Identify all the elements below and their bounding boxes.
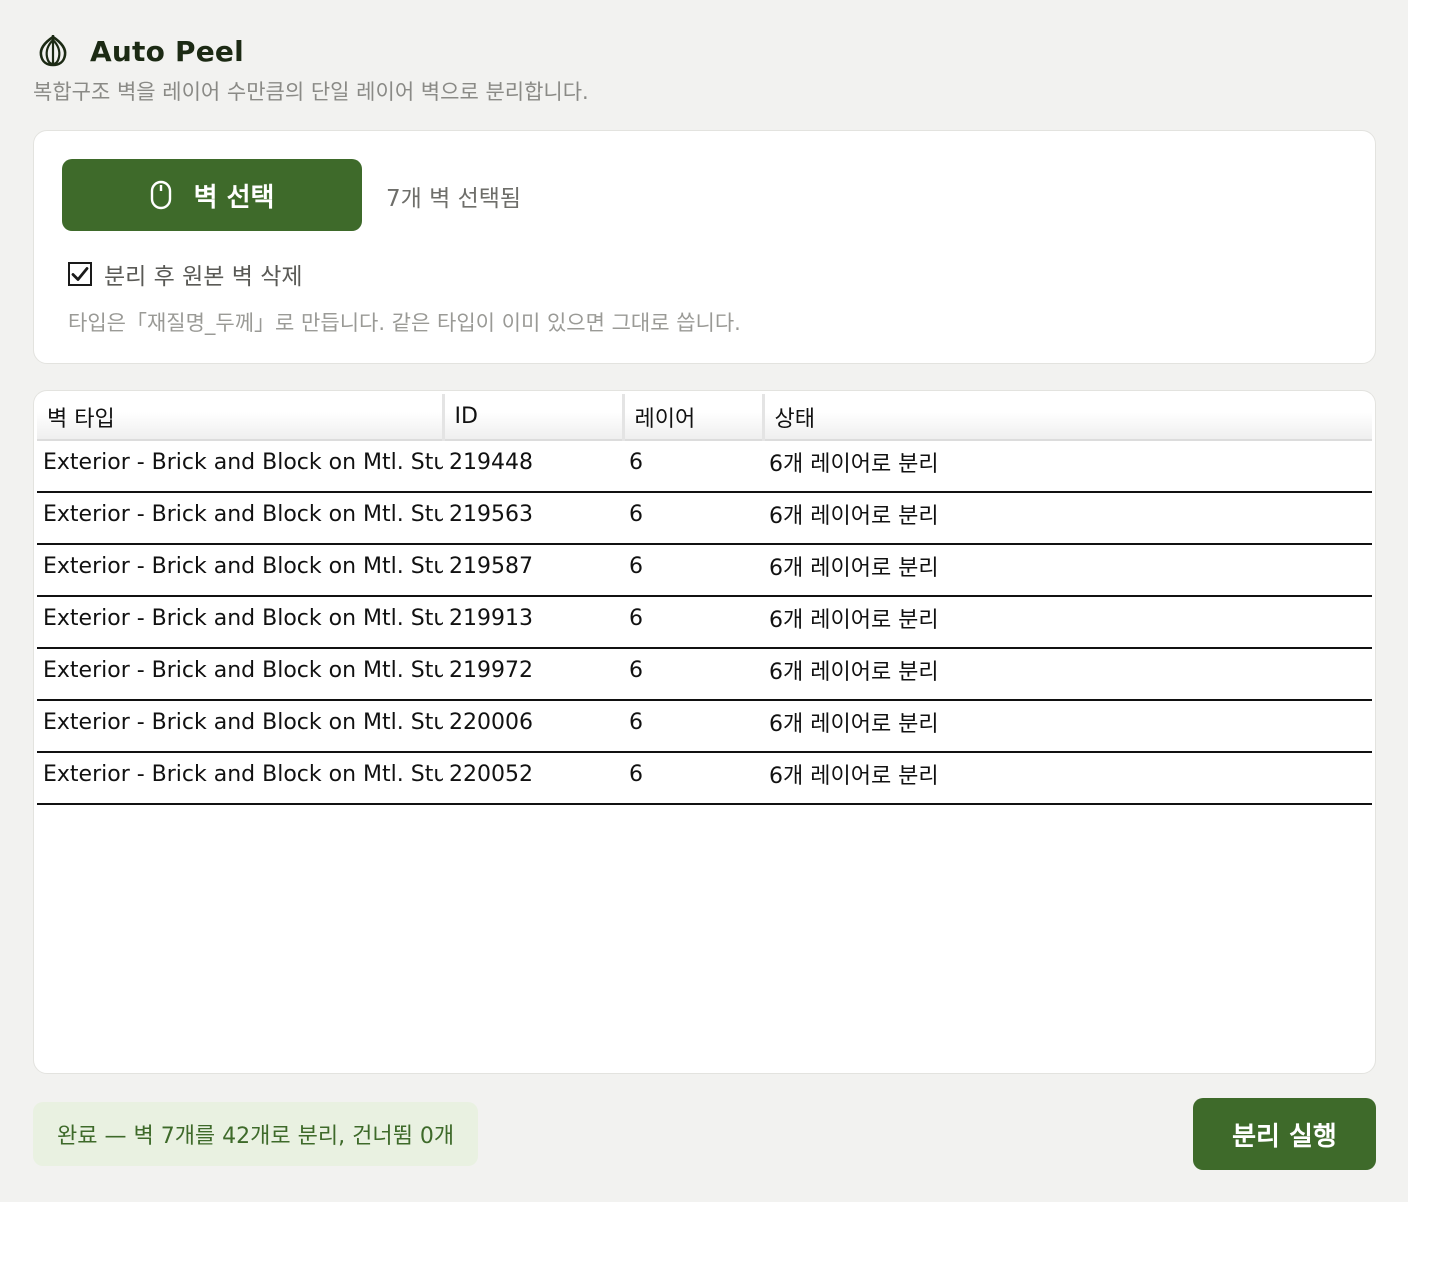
cell-id: 219563 bbox=[443, 492, 623, 545]
cell-layers: 6 bbox=[623, 648, 763, 701]
cell-status: 6개 레이어로 분리 bbox=[763, 440, 1372, 493]
app-subtitle: 복합구조 벽을 레이어 수만큼의 단일 레이어 벽으로 분리합니다. bbox=[33, 80, 589, 104]
delete-original-option[interactable]: 분리 후 원본 벽 삭제 bbox=[68, 257, 303, 291]
selected-count: 7개 벽 선택됨 bbox=[386, 186, 522, 212]
type-naming-hint: 타입은「재질명_두께」로 만듭니다. 같은 타입이 이미 있으면 그대로 씁니다… bbox=[68, 311, 741, 335]
cell-wall-type: Exterior - Brick and Block on Mtl. Stuc bbox=[37, 648, 443, 701]
cell-wall-type: Exterior - Brick and Block on Mtl. Stuc bbox=[37, 596, 443, 649]
cell-status: 6개 레이어로 분리 bbox=[763, 492, 1372, 545]
run-split-button[interactable]: 분리 실행 bbox=[1193, 1098, 1376, 1170]
table-row[interactable]: Exterior - Brick and Block on Mtl. Stuc … bbox=[37, 596, 1372, 649]
auto-peel-window: Auto Peel 복합구조 벽을 레이어 수만큼의 단일 레이어 벽으로 분리… bbox=[0, 0, 1408, 1202]
walls-table: 벽 타입 ID 레이어 상태 Exterior - Brick and Bloc… bbox=[37, 394, 1372, 805]
delete-original-checkbox[interactable] bbox=[68, 262, 92, 286]
cell-id: 220052 bbox=[443, 752, 623, 805]
cell-id: 219972 bbox=[443, 648, 623, 701]
walls-table-card: 벽 타입 ID 레이어 상태 Exterior - Brick and Bloc… bbox=[33, 390, 1376, 1074]
app-title: Auto Peel bbox=[90, 34, 244, 68]
cell-wall-type: Exterior - Brick and Block on Mtl. Stuc bbox=[37, 492, 443, 545]
cell-wall-type: Exterior - Brick and Block on Mtl. Stuc bbox=[37, 440, 443, 493]
select-walls-button[interactable]: 벽 선택 bbox=[62, 159, 362, 231]
table-row[interactable]: Exterior - Brick and Block on Mtl. Stuc … bbox=[37, 752, 1372, 805]
cell-layers: 6 bbox=[623, 492, 763, 545]
status-message: 완료 — 벽 7개를 42개로 분리, 건너뜀 0개 bbox=[33, 1102, 479, 1166]
cell-status: 6개 레이어로 분리 bbox=[763, 544, 1372, 597]
cell-status: 6개 레이어로 분리 bbox=[763, 700, 1372, 753]
table-row[interactable]: Exterior - Brick and Block on Mtl. Stuc … bbox=[37, 648, 1372, 701]
cell-layers: 6 bbox=[623, 440, 763, 493]
header: Auto Peel bbox=[36, 34, 244, 68]
cell-id: 219448 bbox=[443, 440, 623, 493]
cell-id: 219913 bbox=[443, 596, 623, 649]
cell-layers: 6 bbox=[623, 544, 763, 597]
delete-original-label: 분리 후 원본 벽 삭제 bbox=[104, 264, 303, 290]
selection-card: 벽 선택 7개 벽 선택됨 분리 후 원본 벽 삭제 타입은「재질명_두께」로 … bbox=[33, 130, 1376, 364]
table-row[interactable]: Exterior - Brick and Block on Mtl. Stuc … bbox=[37, 492, 1372, 545]
title-row: Auto Peel bbox=[36, 34, 244, 68]
column-header-status[interactable]: 상태 bbox=[763, 394, 1372, 441]
cell-status: 6개 레이어로 분리 bbox=[763, 752, 1372, 805]
cell-wall-type: Exterior - Brick and Block on Mtl. Stuc bbox=[37, 700, 443, 753]
table-row[interactable]: Exterior - Brick and Block on Mtl. Stuc … bbox=[37, 440, 1372, 493]
cell-id: 220006 bbox=[443, 700, 623, 753]
table-row[interactable]: Exterior - Brick and Block on Mtl. Stuc … bbox=[37, 700, 1372, 753]
cell-layers: 6 bbox=[623, 700, 763, 753]
cell-wall-type: Exterior - Brick and Block on Mtl. Stuc bbox=[37, 544, 443, 597]
column-header-id[interactable]: ID bbox=[443, 394, 625, 441]
mouse-icon bbox=[150, 180, 171, 210]
column-header-wall-type[interactable]: 벽 타입 bbox=[37, 394, 445, 441]
cell-layers: 6 bbox=[623, 596, 763, 649]
cell-id: 219587 bbox=[443, 544, 623, 597]
cell-status: 6개 레이어로 분리 bbox=[763, 648, 1372, 701]
checkmark-icon bbox=[71, 267, 89, 281]
table-header-row: 벽 타입 ID 레이어 상태 bbox=[37, 394, 1372, 441]
cell-layers: 6 bbox=[623, 752, 763, 805]
table-row[interactable]: Exterior - Brick and Block on Mtl. Stuc … bbox=[37, 544, 1372, 597]
cell-status: 6개 레이어로 분리 bbox=[763, 596, 1372, 649]
column-header-layers[interactable]: 레이어 bbox=[623, 394, 765, 441]
cell-wall-type: Exterior - Brick and Block on Mtl. Stuc bbox=[37, 752, 443, 805]
select-walls-label: 벽 선택 bbox=[193, 182, 275, 213]
onion-icon bbox=[39, 35, 67, 67]
